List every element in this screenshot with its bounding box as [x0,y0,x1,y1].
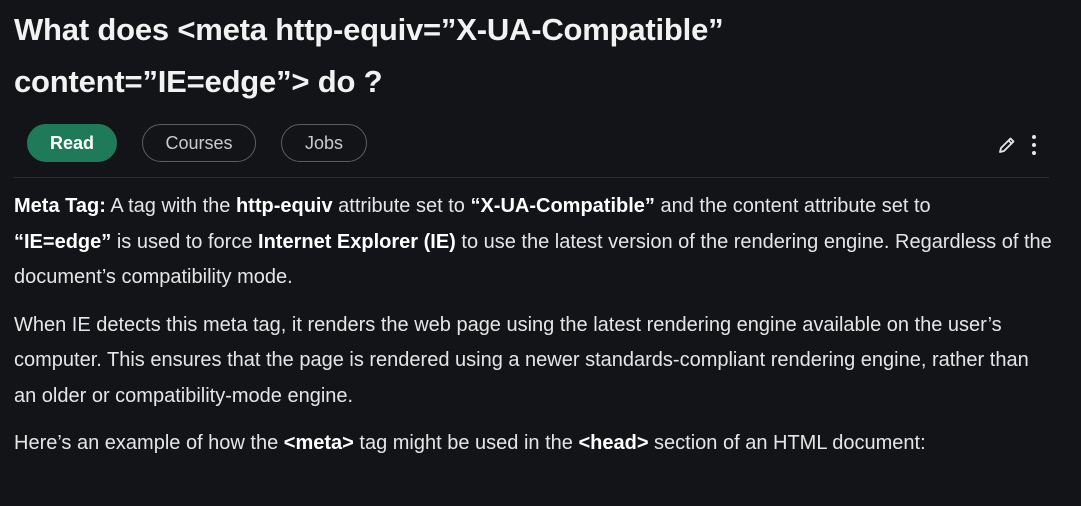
article-tabs: Read Courses Jobs [27,124,367,162]
tab-jobs[interactable]: Jobs [281,124,367,162]
text-span: section of an HTML document: [648,432,926,454]
bold-term: “IE=edge” [14,230,112,253]
pencil-icon[interactable] [997,135,1017,155]
code-term: <head> [578,432,649,454]
page-title: What does <meta http-equiv=”X-UA-Compati… [14,12,724,99]
tab-read[interactable]: Read [27,124,117,162]
article-body: Meta Tag: A tag with the http-equiv attr… [14,189,1054,474]
article-page: What does <meta http-equiv=”X-UA-Compati… [0,0,1081,506]
bold-term: http-equiv [235,195,333,217]
paragraph-ie-detects: When IE detects this meta tag, it render… [14,313,1029,407]
header-divider [14,177,1049,178]
tab-courses[interactable]: Courses [142,124,256,162]
term-label: Meta Tag: [14,195,106,217]
more-options-icon[interactable] [1031,133,1037,157]
article-toolbar [997,133,1037,157]
text-span: is used to force [111,230,259,253]
text-span: Here’s an example of how the [14,432,284,454]
bold-term: Internet Explorer (IE) [258,230,456,253]
bold-term: “X-UA-Compatible” [470,195,655,217]
text-span: tag might be used in the [353,432,579,454]
paragraph-example: Here’s an example of how the <meta> tag … [14,426,1054,462]
paragraph-meta-tag: Meta Tag: A tag with the http-equiv attr… [14,189,1054,296]
text-span: attribute set to [332,195,471,217]
text-span: and the content attribute set to [654,195,931,217]
text-span: A tag with the [105,195,236,217]
code-term: <meta> [283,432,354,454]
